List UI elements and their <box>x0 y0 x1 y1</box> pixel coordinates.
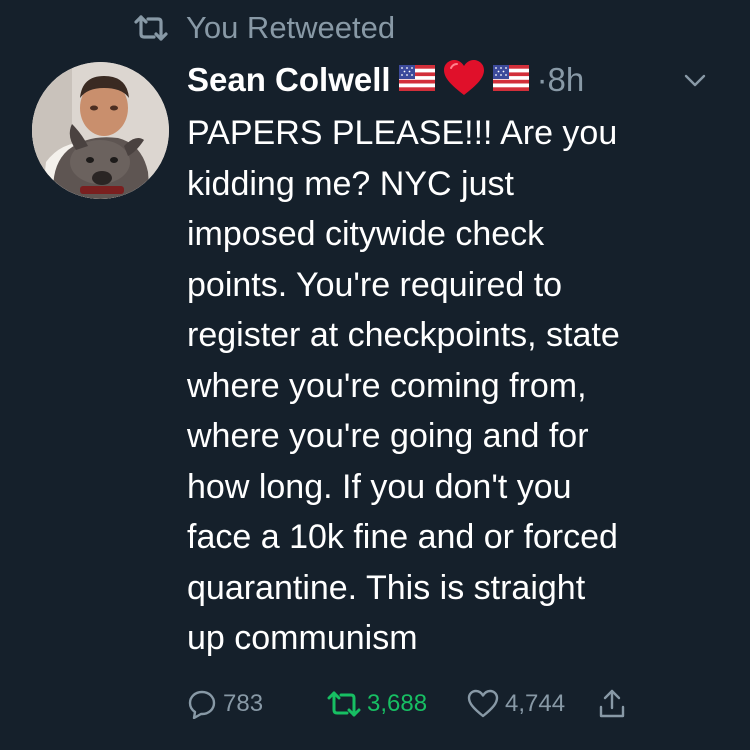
avatar[interactable] <box>32 62 169 199</box>
reply-count: 783 <box>223 690 264 717</box>
retweet-icon <box>134 14 168 42</box>
tweet-actions: 783 3,688 4,744 <box>187 684 627 724</box>
us-flag-icon <box>492 64 529 96</box>
retweet-context: You Retweeted <box>134 8 395 48</box>
like-button[interactable]: 4,744 <box>467 689 597 719</box>
like-count: 4,744 <box>505 690 566 717</box>
retweet-context-label: You Retweeted <box>186 10 396 45</box>
reply-icon <box>187 689 217 719</box>
tweet-timestamp[interactable]: ·8h <box>537 61 585 99</box>
retweet-icon <box>327 690 361 718</box>
tweet-text: PAPERS PLEASE!!! Are you kidding me? NYC… <box>187 114 620 657</box>
tweet-header: Sean Colwell ·8h <box>187 56 727 104</box>
heart-icon <box>467 689 499 719</box>
retweet-count: 3,688 <box>367 690 428 717</box>
red-heart-icon <box>443 59 485 102</box>
us-flag-icon <box>398 64 435 96</box>
author-display-name[interactable]: Sean Colwell <box>187 61 391 99</box>
chevron-down-icon[interactable] <box>683 70 707 90</box>
reply-button[interactable]: 783 <box>187 689 327 719</box>
share-icon <box>597 688 627 720</box>
retweet-button[interactable]: 3,688 <box>327 690 467 718</box>
share-button[interactable] <box>597 688 627 720</box>
